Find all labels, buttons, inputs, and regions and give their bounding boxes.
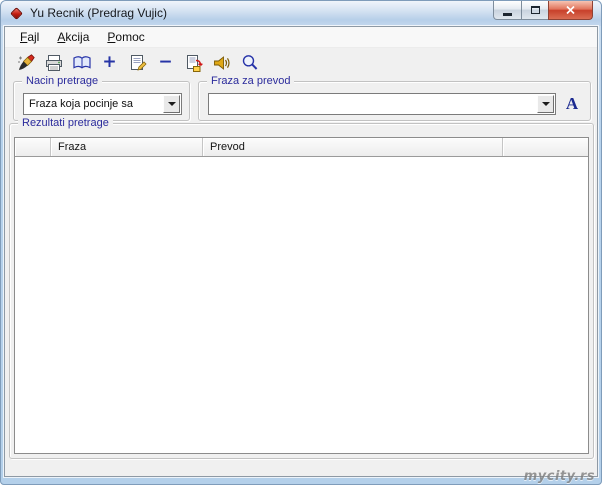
speak-button[interactable]: [210, 51, 233, 74]
remove-button[interactable]: −: [154, 51, 177, 74]
results-header: Fraza Prevod: [15, 138, 588, 157]
column-header-prevod[interactable]: Prevod: [203, 138, 503, 156]
menu-bar: Fajl Akcija Pomoc: [5, 27, 597, 48]
search-button[interactable]: [238, 51, 261, 74]
app-window: Yu Recnik (Predrag Vujic) Fajl Akcija Po…: [0, 0, 602, 485]
save-export-icon: [186, 54, 203, 72]
search-mode-value: Fraza koja pocinje sa: [29, 98, 133, 110]
dictionary-button[interactable]: [70, 51, 93, 74]
phrase-group: Fraza za prevod A: [198, 74, 591, 121]
edit-button[interactable]: [14, 51, 37, 74]
close-icon: [566, 6, 575, 14]
remove-icon: −: [158, 52, 173, 72]
phrase-combo[interactable]: [208, 93, 556, 115]
minimize-icon: [503, 12, 512, 16]
speaker-icon: [213, 55, 230, 70]
print-button[interactable]: [42, 51, 65, 74]
maximize-icon: [530, 6, 540, 14]
edit-pen-icon: [17, 53, 35, 70]
results-group: Rezultati pretrage Fraza Prevod: [9, 116, 594, 459]
titlebar[interactable]: Yu Recnik (Predrag Vujic): [1, 1, 601, 26]
toolbar: + −: [5, 49, 597, 76]
save-export-button[interactable]: [182, 51, 205, 74]
client-area: Fajl Akcija Pomoc + − Nacin pretrage Fra…: [4, 26, 598, 477]
phrase-group-label: Fraza za prevod: [207, 74, 295, 88]
watermark: mycity.rs: [523, 469, 595, 484]
window-controls: [493, 1, 593, 20]
search-mode-select[interactable]: Fraza koja pocinje sa: [23, 93, 182, 115]
column-header-fraza[interactable]: Fraza: [51, 138, 203, 156]
results-body[interactable]: [15, 157, 588, 453]
menu-item-fajl[interactable]: Fajl: [11, 28, 48, 47]
phrase-input[interactable]: [209, 94, 536, 114]
app-icon: [10, 7, 23, 20]
phrase-dropdown-button[interactable]: [537, 95, 554, 113]
add-button[interactable]: +: [98, 51, 121, 74]
chevron-down-icon: [167, 102, 176, 106]
search-mode-dropdown-button[interactable]: [163, 95, 180, 113]
search-mode-label: Nacin pretrage: [22, 74, 103, 88]
menu-item-pomoc[interactable]: Pomoc: [98, 28, 153, 47]
font-button[interactable]: A: [561, 93, 583, 115]
open-book-icon: [72, 55, 91, 69]
results-list: Fraza Prevod: [14, 137, 589, 454]
close-button[interactable]: [548, 1, 593, 20]
search-mode-group: Nacin pretrage Fraza koja pocinje sa: [13, 74, 190, 121]
column-header-index[interactable]: [15, 138, 51, 156]
column-header-extra[interactable]: [503, 138, 588, 156]
menu-item-akcija[interactable]: Akcija: [48, 28, 98, 47]
add-icon: +: [102, 52, 117, 72]
edit-entry-button[interactable]: [126, 51, 149, 74]
window-title: Yu Recnik (Predrag Vujic): [30, 6, 167, 20]
chevron-down-icon: [541, 102, 550, 106]
printer-icon: [45, 54, 62, 71]
maximize-button[interactable]: [521, 1, 549, 20]
results-group-label: Rezultati pretrage: [18, 116, 113, 130]
search-icon: [242, 54, 257, 70]
minimize-button[interactable]: [493, 1, 522, 20]
notepad-edit-icon: [130, 54, 147, 71]
